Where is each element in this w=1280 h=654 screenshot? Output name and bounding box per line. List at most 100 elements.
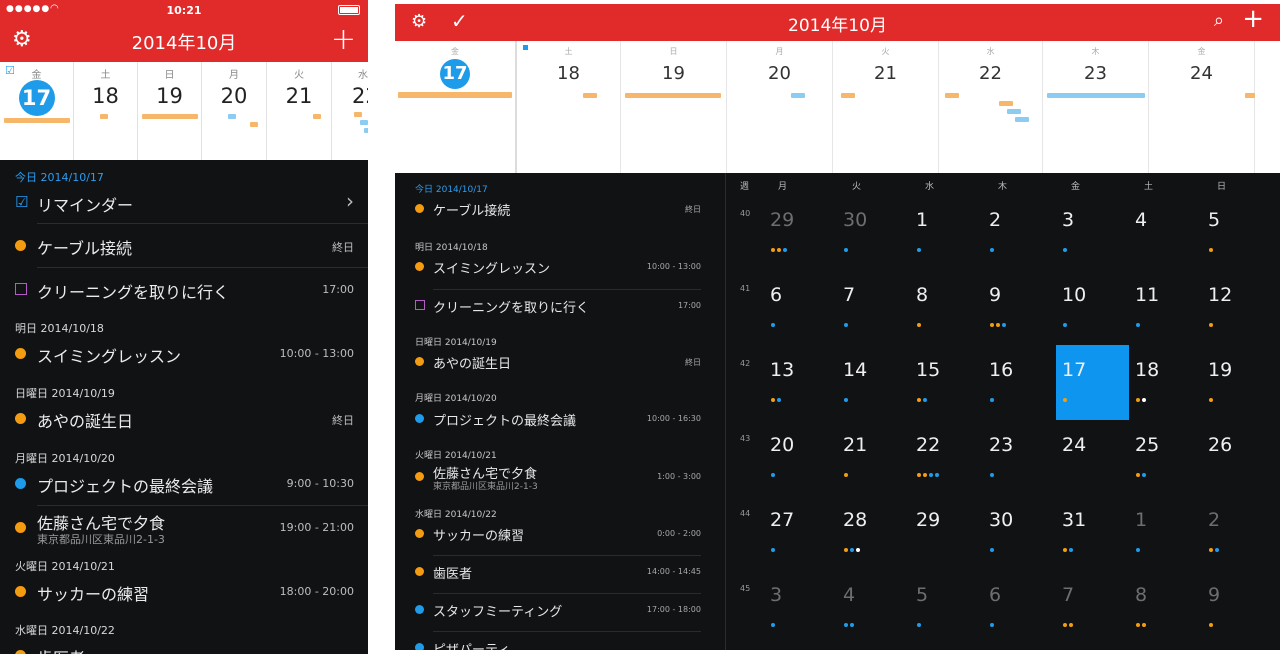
day-of-week: 水	[358, 70, 368, 81]
plus-icon[interactable]: +	[331, 22, 356, 57]
month-cell[interactable]: 30	[837, 195, 910, 270]
day-number: 2	[989, 209, 1002, 231]
plus-icon[interactable]: +	[1242, 4, 1264, 34]
month-cell[interactable]: 10	[1056, 270, 1129, 345]
month-cell[interactable]: 2	[983, 195, 1056, 270]
week-day-22[interactable]: 水 22	[939, 41, 1043, 173]
month-cell[interactable]: 15	[910, 345, 983, 420]
month-cell[interactable]: 1	[910, 195, 983, 270]
week-day-22[interactable]: 水 22	[332, 62, 368, 160]
event-dots	[1063, 312, 1069, 327]
week-day-23[interactable]: 木 23	[1043, 41, 1149, 173]
month-cell[interactable]: 28	[837, 495, 910, 570]
list-item[interactable]: 歯医者 14:00 - 14:45	[415, 556, 701, 588]
list-item[interactable]: サッカーの練習 18:00 - 20:00	[15, 570, 356, 612]
list-item[interactable]: スイミングレッスン 10:00 - 13:00	[15, 332, 356, 374]
week-day-24[interactable]: 金 24	[1149, 41, 1255, 173]
week-day-17[interactable]: 金 17	[395, 41, 517, 173]
event-dots	[1063, 387, 1069, 402]
month-cell[interactable]: 14	[837, 345, 910, 420]
month-cell[interactable]: 9	[983, 270, 1056, 345]
week-day-18[interactable]: 土 18	[74, 62, 138, 160]
list-item[interactable]: ☑ リマインダー ›	[15, 181, 356, 223]
month-cell[interactable]: 6	[764, 270, 837, 345]
month-cell[interactable]: 16	[983, 345, 1056, 420]
week-day-20[interactable]: 月 20	[727, 41, 833, 173]
event-dots	[1209, 612, 1215, 627]
month-cell[interactable]: 7	[837, 270, 910, 345]
day-number: 10	[1062, 284, 1087, 306]
month-cell[interactable]: 4	[837, 570, 910, 645]
event-dots	[1209, 387, 1215, 402]
event-dot-icon	[990, 548, 994, 552]
list-item[interactable]: プロジェクトの最終会議 10:00 - 16:30	[415, 403, 701, 435]
month-cell[interactable]: 29	[910, 495, 983, 570]
week-day-18[interactable]: 土 18	[517, 41, 621, 173]
month-cell[interactable]: 4	[1129, 195, 1202, 270]
list-item[interactable]: ケーブル接続 終日	[415, 193, 701, 225]
list-item[interactable]: ケーブル接続 終日	[15, 224, 356, 266]
month-cell[interactable]: 25	[1129, 420, 1202, 495]
list-item[interactable]: 歯医者	[15, 634, 356, 654]
month-cell[interactable]: 20	[764, 420, 837, 495]
week-day-20[interactable]: 月 20	[202, 62, 267, 160]
month-cell[interactable]: 23	[983, 420, 1056, 495]
list-item[interactable]: プロジェクトの最終会議 9:00 - 10:30	[15, 462, 356, 504]
week-day-19[interactable]: 日 19	[138, 62, 202, 160]
event-dot-icon	[844, 398, 848, 402]
list-item[interactable]: あやの誕生日 終日	[415, 346, 701, 378]
month-cell[interactable]: 11	[1129, 270, 1202, 345]
month-cell[interactable]: 13	[764, 345, 837, 420]
month-cell[interactable]: 12	[1202, 270, 1275, 345]
list-item[interactable]: クリーニングを取りに行く 17:00	[415, 290, 701, 322]
month-cell[interactable]: 9	[1202, 570, 1275, 645]
purple-checkbox-icon[interactable]	[15, 283, 27, 295]
month-cell[interactable]: 5	[910, 570, 983, 645]
month-cell[interactable]: 24	[1056, 420, 1129, 495]
event-dot-icon	[923, 398, 927, 402]
month-cell[interactable]: 29	[764, 195, 837, 270]
list-item[interactable]: あやの誕生日 終日	[15, 397, 356, 439]
event-time: 10:00 - 16:30	[646, 414, 701, 423]
month-cell[interactable]: 21	[837, 420, 910, 495]
chevron-right-icon: ›	[346, 189, 354, 213]
list-item[interactable]: スタッフミーティング 17:00 - 18:00	[415, 594, 701, 626]
phone-screen: ●●●●● ◠ 10:21 ⚙ 2014年10月 + ☑ 金 17 土 18 日…	[0, 0, 368, 654]
month-cell[interactable]: 3	[1056, 195, 1129, 270]
month-cell[interactable]: 22	[910, 420, 983, 495]
day-of-week: 土	[564, 47, 573, 56]
month-cell[interactable]: 5	[1202, 195, 1275, 270]
month-cell[interactable]: 8	[910, 270, 983, 345]
month-cell[interactable]: 26	[1202, 420, 1275, 495]
month-cell[interactable]: 31	[1056, 495, 1129, 570]
month-cell-today[interactable]: 17	[1056, 345, 1129, 420]
week-day-19[interactable]: 日 19	[621, 41, 727, 173]
month-cell[interactable]: 27	[764, 495, 837, 570]
day-number: 18	[92, 84, 119, 108]
month-cell[interactable]: 8	[1129, 570, 1202, 645]
week-day-21[interactable]: 火 21	[267, 62, 332, 160]
list-item[interactable]: ピザパーティ	[415, 632, 701, 650]
month-cell[interactable]: 2	[1202, 495, 1275, 570]
list-item[interactable]: クリーニングを取りに行く 17:00	[15, 268, 356, 310]
month-grid: 週 月 火 水 木 金 土 日 40 29 30 1 2 3 4 5 41 6 7 8 9 10 11 12 4…	[725, 173, 1280, 650]
orange-dot-icon	[415, 357, 424, 366]
search-icon[interactable]: ⌕	[1214, 10, 1224, 31]
list-item[interactable]: スイミングレッスン 10:00 - 13:00	[415, 251, 701, 283]
month-cell[interactable]: 6	[983, 570, 1056, 645]
month-cell[interactable]: 19	[1202, 345, 1275, 420]
month-cell[interactable]: 18	[1129, 345, 1202, 420]
month-header-thu: 木	[998, 182, 1008, 192]
week-day-17[interactable]: ☑ 金 17	[0, 62, 74, 160]
battery-icon	[338, 5, 360, 15]
month-cell[interactable]: 3	[764, 570, 837, 645]
list-item[interactable]: 佐藤さん宅で夕食 東京都品川区東品川2-1-3 19:00 - 21:00	[15, 506, 356, 548]
month-cell[interactable]: 30	[983, 495, 1056, 570]
list-item[interactable]: サッカーの練習 0:00 - 2:00	[415, 518, 701, 550]
event-dots	[1209, 312, 1215, 327]
list-item[interactable]: 佐藤さん宅で夕食 東京都品川区東品川2-1-3 1:00 - 3:00	[415, 461, 701, 493]
month-cell[interactable]: 1	[1129, 495, 1202, 570]
purple-checkbox-icon[interactable]	[415, 300, 425, 310]
week-day-21[interactable]: 火 21	[833, 41, 939, 173]
month-cell[interactable]: 7	[1056, 570, 1129, 645]
